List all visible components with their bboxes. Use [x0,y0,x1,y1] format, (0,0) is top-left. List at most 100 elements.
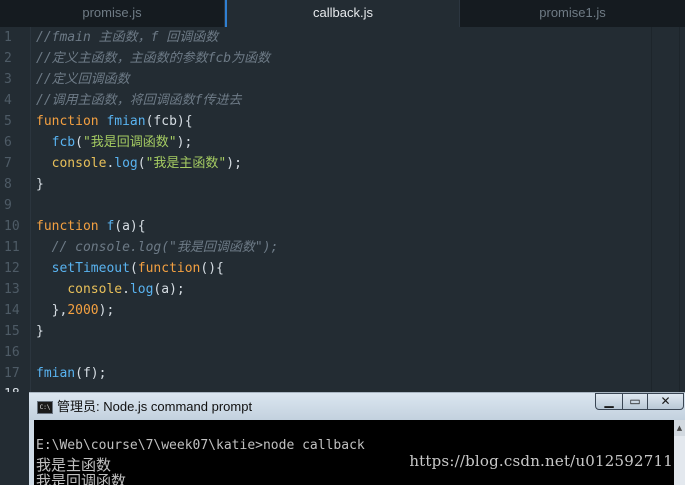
code-token: // console.log("我是回调函数"); [51,240,279,255]
line-number: 17 [4,366,20,381]
code-text: console.log(a); [36,279,185,300]
code-token: //fmain 主函数，f 回调函数 [36,30,219,45]
line-number: 18 [4,384,22,392]
code-line[interactable]: 7 console.log("我是主函数"); [0,153,685,174]
console-command-line: E:\Web\course\7\week07\katie>node callba… [36,438,365,453]
scroll-up-arrow-icon[interactable]: ▲ [674,420,685,436]
code-text: } [36,174,44,195]
code-token: }, [36,303,68,318]
code-token: ); [176,135,193,150]
code-token: (a){ [114,219,146,234]
cmd-window-title: 管理员: Node.js command prompt [57,399,253,414]
line-number: 14 [4,303,20,318]
code-token: 2000 [67,303,99,318]
code-line[interactable]: 11 // console.log("我是回调函数"); [0,237,685,258]
code-text: function f(a){ [36,216,146,237]
code-line[interactable]: 18 [0,384,685,392]
code-line[interactable]: 15} [0,321,685,342]
watermark-url: https://blog.csdn.net/u012592711 [409,452,673,470]
code-text: console.log("我是主函数"); [36,153,242,174]
code-text: function fmian(fcb){ [36,111,193,132]
code-text: // console.log("我是回调函数"); [36,237,279,258]
code-token: log [114,156,138,171]
code-token: fmian [106,114,146,129]
code-text: fmian(f); [36,363,106,384]
cmd-app-icon: C:\ [37,401,53,414]
line-number: 1 [4,30,12,45]
line-number: 7 [4,156,12,171]
line-number: 16 [4,345,20,360]
code-line[interactable]: 1 //fmain 主函数，f 回调函数 [0,27,685,48]
code-token: "我是主函数" [145,156,227,171]
line-number: 4 [4,93,12,108]
line-number: 5 [4,114,12,129]
code-token: } [36,324,44,339]
line-number: 13 [4,282,20,297]
tab-bar: promise.js callback.js promise1.js [0,0,685,27]
code-line[interactable]: 3 //定义回调函数 [0,69,685,90]
code-token: //定义回调函数 [36,72,130,87]
code-token: fcb [51,135,76,150]
code-text: } [36,321,44,342]
code-token: (a); [153,282,185,297]
code-token: ( [75,135,83,150]
line-number: 15 [4,324,20,339]
tab-promise-js[interactable]: promise.js [0,0,225,27]
code-editor[interactable]: 1 //fmain 主函数，f 回调函数 2 //定义主函数，主函数的参数fcb为函数… [0,27,685,392]
code-token: fmian [36,366,76,381]
code-line[interactable]: 4 //调用主函数，将回调函数f传进去 [0,90,685,111]
code-text: fcb("我是回调函数"); [36,132,193,153]
code-text: //定义主函数，主函数的参数fcb为函数 [36,48,270,69]
code-token: //定义主函数，主函数的参数fcb为函数 [36,51,271,66]
code-token: function [36,219,99,234]
code-text: setTimeout(function(){ [36,258,224,279]
code-token: console [67,282,123,297]
code-token: log [129,282,154,297]
code-token: ( [137,156,146,171]
line-number: 12 [4,261,20,276]
line-number: 3 [4,72,12,87]
maximize-button[interactable]: ▭ [622,393,648,410]
code-token: function [137,261,201,276]
code-line[interactable]: 2 //定义主函数，主函数的参数fcb为函数 [0,48,685,69]
line-number: 2 [4,51,12,66]
code-text: //调用主函数，将回调函数f传进去 [36,90,241,111]
code-line[interactable]: 14 },2000); [0,300,685,321]
code-token: (){ [200,261,224,276]
line-number: 11 [4,240,20,255]
code-text: //fmain 主函数，f 回调函数 [36,27,218,48]
code-line[interactable]: 6 fcb("我是回调函数"); [0,132,685,153]
code-line[interactable]: 8} [0,174,685,195]
tab-promise1-js[interactable]: promise1.js [459,0,685,27]
code-token: console [51,156,107,171]
line-number: 10 [4,219,20,234]
cmd-titlebar[interactable]: C:\ 管理员: Node.js command prompt ▁ ▭ ✕ [29,393,685,420]
code-token: ); [98,303,115,318]
code-token: ( [129,261,138,276]
line-number: 9 [4,198,12,213]
minimize-button[interactable]: ▁ [595,393,623,410]
code-token: . [122,282,130,297]
code-token: //调用主函数，将回调函数f传进去 [36,93,242,108]
line-number: 8 [4,177,12,192]
cmd-window[interactable]: C:\ 管理员: Node.js command prompt ▁ ▭ ✕ E:… [29,392,685,485]
code-line[interactable]: 16 [0,342,685,363]
code-line[interactable]: 12 setTimeout(function(){ [0,258,685,279]
code-token: function [36,114,99,129]
code-text: //定义回调函数 [36,69,130,90]
code-text: },2000); [36,300,115,321]
console-output-line: 我是回调函数 [36,472,127,485]
close-button[interactable]: ✕ [647,393,684,410]
tab-callback-js[interactable]: callback.js [227,0,459,27]
code-line[interactable]: 10 function f(a){ [0,216,685,237]
code-token: } [36,177,44,192]
code-line[interactable]: 5 function fmian(fcb){ [0,111,685,132]
code-line[interactable]: 13 console.log(a); [0,279,685,300]
code-line[interactable]: 17 fmian(f); [0,363,685,384]
code-line[interactable]: 9 [0,195,685,216]
